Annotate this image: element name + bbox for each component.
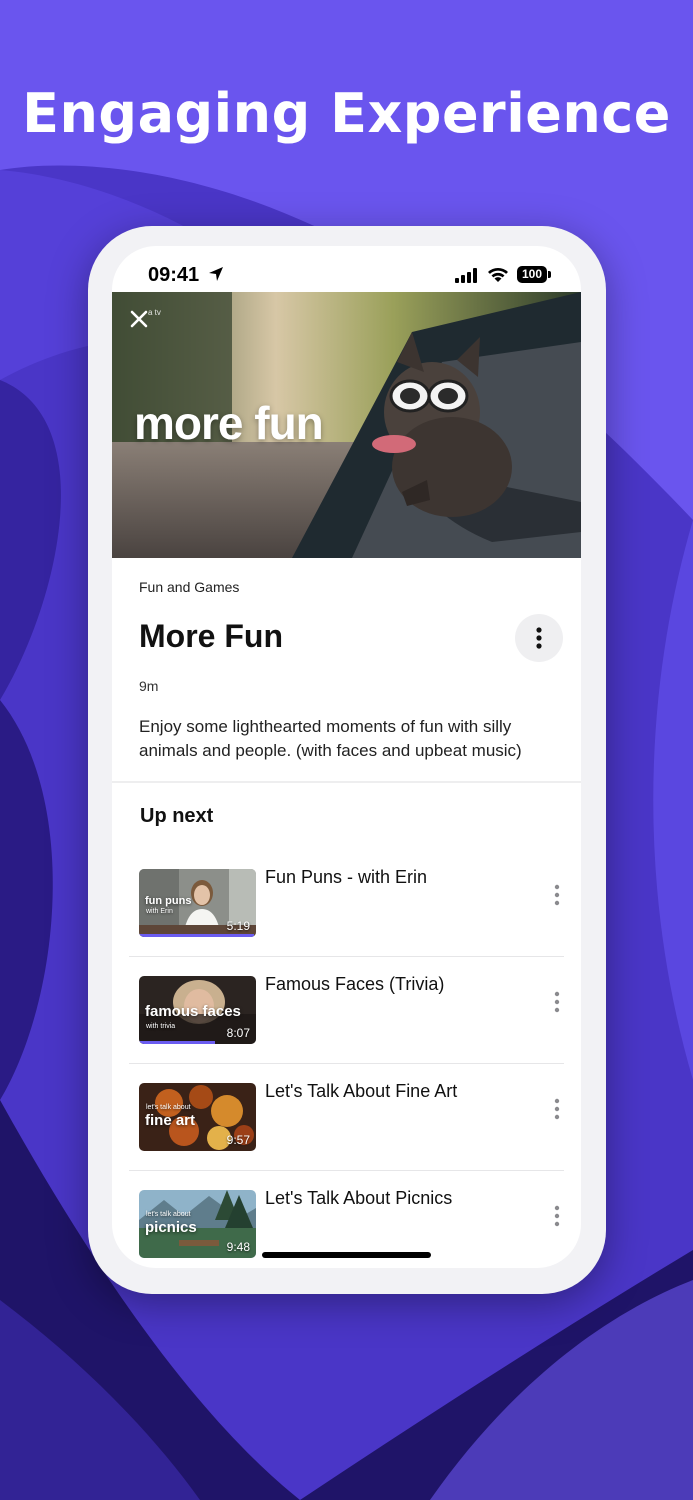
up-next-item[interactable]: let's talk about fine art 9:57 Let's Tal…	[129, 1066, 564, 1172]
up-next-item[interactable]: fun puns with Erin 5:19 Fun Puns - with …	[129, 852, 564, 958]
promo-headline: Engaging Experience	[22, 82, 671, 145]
video-category: Fun and Games	[139, 579, 240, 595]
status-bar: 09:41 100	[112, 246, 581, 292]
more-vertical-icon[interactable]	[550, 1204, 564, 1228]
thumbnail-duration: 9:48	[226, 1240, 250, 1254]
up-next-heading: Up next	[140, 805, 214, 827]
video-duration: 9m	[139, 678, 159, 694]
video-hero[interactable]: a tv more fun	[112, 292, 581, 558]
watch-progress	[139, 934, 254, 937]
thumbnail-title: fine art	[145, 1112, 196, 1129]
thumbnail: famous faces with trivia 8:07	[139, 976, 256, 1044]
home-indicator	[262, 1252, 431, 1258]
thumbnail-subtitle: let's talk about	[146, 1104, 191, 1111]
thumbnail-title: fun puns	[145, 895, 192, 907]
thumbnail-subtitle: let's talk about	[146, 1211, 191, 1218]
video-title: More Fun	[139, 618, 283, 654]
thumbnail-title: famous faces	[145, 1003, 241, 1020]
list-divider	[129, 1063, 564, 1064]
app-screen: 09:41 100 a tv more fun Fun and Games Mo…	[112, 246, 581, 1268]
thumbnail-duration: 9:57	[226, 1133, 250, 1147]
item-title: Famous Faces (Trivia)	[265, 974, 445, 994]
item-title: Let's Talk About Fine Art	[265, 1081, 458, 1101]
battery-tip	[548, 271, 551, 278]
hero-overlay-title: more fun	[134, 397, 324, 449]
watch-progress	[139, 1041, 216, 1044]
thumbnail-duration: 8:07	[226, 1026, 250, 1040]
more-vertical-icon[interactable]	[550, 1097, 564, 1121]
item-title: Fun Puns - with Erin	[265, 867, 428, 887]
thumbnail-duration: 5:19	[226, 919, 250, 933]
location-arrow-icon	[209, 267, 223, 281]
cellular-signal-icon	[455, 268, 477, 283]
thumbnail: let's talk about picnics 9:48	[139, 1190, 256, 1258]
up-next-item[interactable]: famous faces with trivia 8:07 Famous Fac…	[129, 959, 564, 1065]
thumbnail: let's talk about fine art 9:57	[139, 1083, 256, 1151]
list-divider	[129, 1170, 564, 1171]
video-description: Enjoy some lighthearted moments of fun w…	[139, 717, 522, 760]
battery-indicator: 100	[517, 266, 547, 283]
more-vertical-icon[interactable]	[550, 883, 564, 907]
list-divider	[129, 956, 564, 957]
wifi-icon	[488, 268, 508, 282]
item-title: Let's Talk About Picnics	[265, 1188, 453, 1208]
brand-mark: a tv	[148, 308, 161, 317]
thumbnail-title: picnics	[145, 1219, 197, 1236]
more-options-button[interactable]	[515, 614, 563, 662]
more-vertical-icon[interactable]	[550, 990, 564, 1014]
thumbnail: fun puns with Erin 5:19	[139, 869, 256, 937]
thumbnail-subtitle: with Erin	[146, 908, 173, 915]
status-time: 09:41	[148, 264, 200, 286]
more-vertical-icon	[536, 627, 542, 649]
thumbnail-subtitle: with trivia	[146, 1023, 176, 1030]
section-divider	[112, 781, 581, 783]
